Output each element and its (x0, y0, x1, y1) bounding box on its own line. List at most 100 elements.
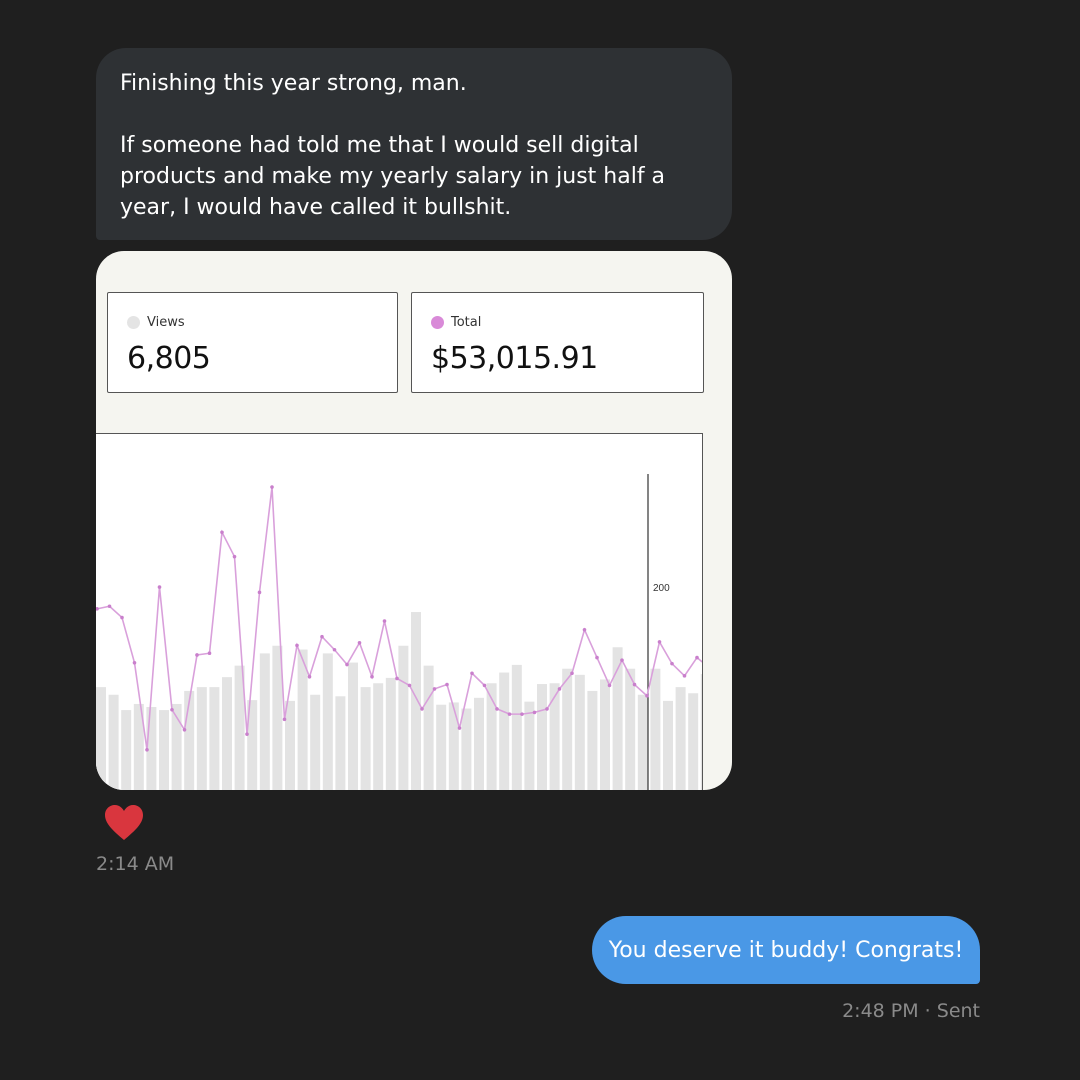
incoming-timestamp: 2:14 AM (96, 853, 175, 875)
total-line-point (495, 707, 499, 711)
total-line-point (320, 634, 324, 639)
incoming-message-bubble[interactable]: Finishing this year strong, man. If some… (96, 48, 732, 240)
total-line-point (657, 640, 662, 644)
incoming-message-line: Finishing this year strong, man. (120, 71, 467, 96)
total-line-point (182, 727, 187, 732)
views-bar (222, 677, 232, 790)
total-line-point (432, 687, 437, 691)
views-bar (285, 700, 295, 790)
views-bar (411, 612, 421, 790)
total-line-point (257, 590, 262, 595)
total-line-point (532, 710, 537, 715)
total-line-point (270, 485, 274, 489)
total-line-point (245, 732, 249, 736)
total-line-point (157, 585, 162, 589)
total-line-point (482, 683, 487, 688)
total-line-point (570, 671, 574, 676)
views-stat: Views 6,805 (107, 292, 398, 393)
total-line-point (420, 707, 424, 711)
total-line-point (457, 726, 462, 730)
outgoing-status: 2:48 PM · Sent (842, 1000, 980, 1022)
views-label: Views (147, 315, 185, 330)
total-line-point (370, 674, 374, 679)
views-bar (96, 687, 106, 790)
views-bars (96, 612, 702, 790)
views-bar (587, 690, 598, 790)
views-bar (322, 653, 333, 790)
views-bar (537, 684, 547, 790)
total-line-point (107, 604, 112, 609)
outgoing-message-text: You deserve it buddy! Congrats! (608, 937, 964, 963)
total-stat: Total $53,015.91 (411, 292, 704, 393)
views-bar (108, 694, 119, 790)
total-line-point (207, 651, 212, 656)
total-line-point (132, 661, 137, 665)
views-bar (272, 645, 283, 790)
views-bar (524, 701, 535, 790)
views-value: 6,805 (127, 341, 211, 376)
views-bar (448, 702, 459, 790)
views-bar (688, 693, 699, 790)
views-bar (474, 697, 484, 790)
y-tick-label: 200 (653, 583, 670, 594)
views-bar (625, 668, 636, 790)
total-line-point (520, 712, 524, 716)
total-line-point (232, 554, 237, 559)
total-line-point (645, 694, 649, 698)
views-bar (297, 649, 308, 790)
views-bar (196, 687, 207, 790)
total-line-point (557, 687, 562, 691)
views-bar (423, 665, 434, 790)
total-line-point (545, 707, 549, 711)
views-bar (398, 645, 409, 790)
incoming-message-line: If someone had told me that I would sell… (120, 133, 666, 220)
total-line-point (357, 640, 362, 645)
total-line-point (682, 674, 687, 678)
views-bar (637, 694, 648, 790)
total-line-point (332, 647, 337, 652)
heart-icon[interactable] (104, 804, 144, 842)
total-line-point (607, 683, 612, 688)
total-line-point (695, 655, 699, 660)
total-line-point (282, 717, 287, 722)
total-line-point (145, 748, 149, 752)
views-bar (209, 687, 220, 790)
total-line-point (395, 676, 399, 681)
total-line-point (632, 682, 637, 687)
total-line-point (445, 682, 449, 687)
views-bar (600, 679, 610, 790)
total-line-point (582, 627, 587, 632)
total-line-point (670, 661, 674, 666)
total-line-point (96, 607, 99, 611)
views-bar (121, 710, 132, 790)
total-line-point (595, 655, 599, 660)
views-bar (373, 683, 384, 790)
views-dot (127, 316, 140, 329)
views-bar (499, 672, 510, 790)
views-bar (259, 653, 270, 790)
views-bar (348, 662, 358, 790)
views-bar (159, 710, 169, 790)
views-bar (385, 677, 396, 790)
views-bar (574, 674, 585, 790)
views-bar (562, 668, 573, 790)
sales-chart: 200 (96, 433, 703, 790)
views-bar (436, 704, 447, 790)
attached-image[interactable]: Views 6,805 Total $53,015.91 200 (96, 251, 732, 790)
total-value: $53,015.91 (431, 341, 598, 376)
total-line-point (382, 619, 387, 623)
total-line-point (507, 712, 512, 716)
outgoing-message-bubble[interactable]: You deserve it buddy! Congrats! (592, 916, 980, 984)
total-line-point (220, 530, 224, 535)
total-line-point (407, 683, 412, 688)
total-dot (431, 316, 444, 329)
total-line-point (307, 674, 312, 679)
chart-canvas: 200 (96, 474, 702, 790)
total-line-point (295, 643, 299, 648)
views-bar (335, 696, 346, 790)
views-bar (360, 687, 371, 790)
views-bar (650, 668, 661, 790)
total-line-point (345, 662, 349, 667)
views-bar (663, 700, 673, 790)
total-line-point (620, 658, 624, 662)
